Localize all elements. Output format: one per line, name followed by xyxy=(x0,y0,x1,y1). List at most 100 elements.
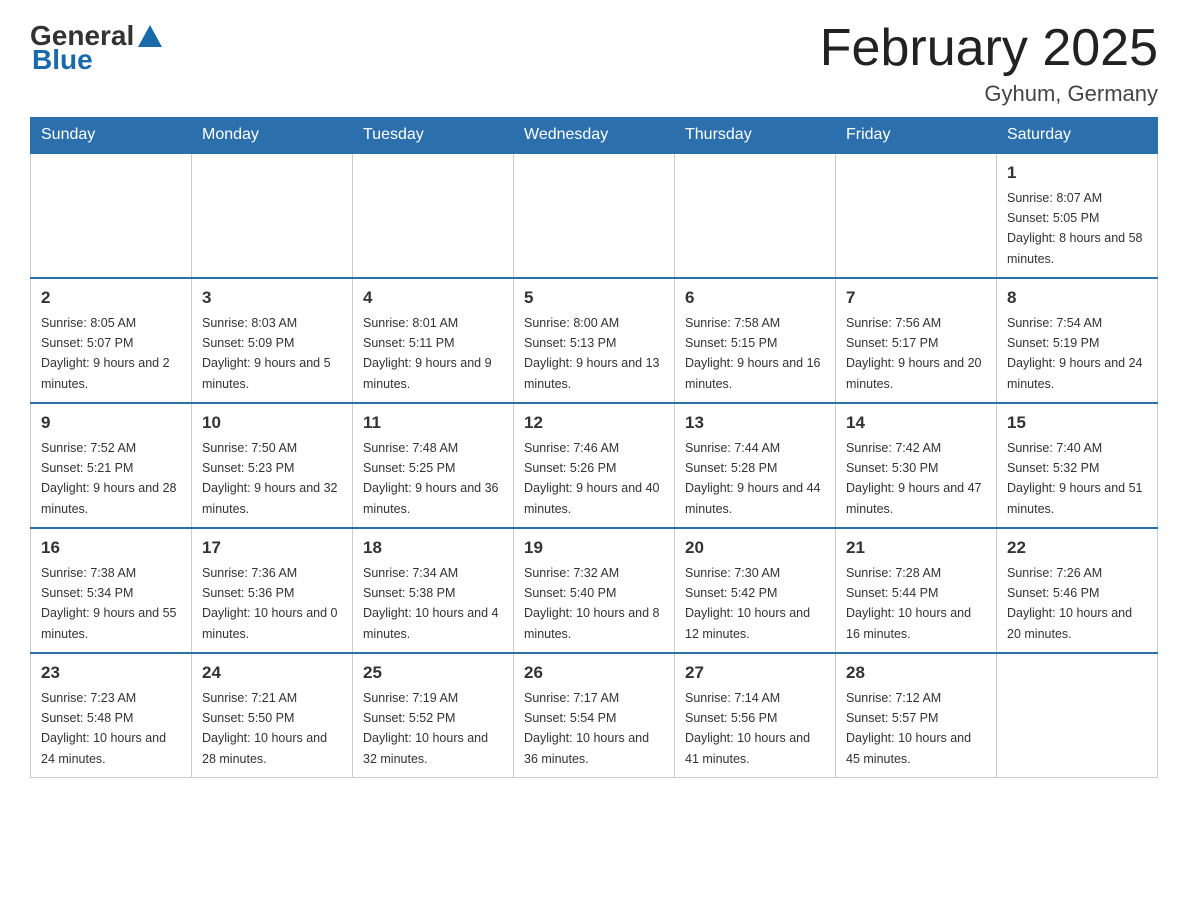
week-row-4: 16 Sunrise: 7:38 AMSunset: 5:34 PMDayligh… xyxy=(31,528,1158,653)
day-number: 2 xyxy=(41,285,181,311)
weekday-header-saturday: Saturday xyxy=(997,118,1158,154)
week-row-3: 9 Sunrise: 7:52 AMSunset: 5:21 PMDaylight… xyxy=(31,403,1158,528)
day-info: Sunrise: 7:46 AMSunset: 5:26 PMDaylight:… xyxy=(524,441,660,516)
calendar-cell xyxy=(675,153,836,278)
calendar-cell: 14 Sunrise: 7:42 AMSunset: 5:30 PMDayligh… xyxy=(836,403,997,528)
page-header: General Blue February 2025 Gyhum, German… xyxy=(30,20,1158,107)
calendar-cell: 21Sunrise: 7:28 AMSunset: 5:44 PMDayligh… xyxy=(836,528,997,653)
day-number: 7 xyxy=(846,285,986,311)
weekday-header-friday: Friday xyxy=(836,118,997,154)
calendar-cell: 22 Sunrise: 7:26 AMSunset: 5:46 PMDayligh… xyxy=(997,528,1158,653)
day-number: 5 xyxy=(524,285,664,311)
day-number: 24 xyxy=(202,660,342,686)
day-number: 19 xyxy=(524,535,664,561)
day-info: Sunrise: 7:12 AMSunset: 5:57 PMDaylight:… xyxy=(846,691,971,766)
calendar-cell: 13Sunrise: 7:44 AMSunset: 5:28 PMDayligh… xyxy=(675,403,836,528)
logo: General Blue xyxy=(30,20,166,76)
day-info: Sunrise: 7:38 AMSunset: 5:34 PMDaylight:… xyxy=(41,566,177,641)
calendar-cell: 20 Sunrise: 7:30 AMSunset: 5:42 PMDayligh… xyxy=(675,528,836,653)
calendar-cell: 3 Sunrise: 8:03 AMSunset: 5:09 PMDaylight… xyxy=(192,278,353,403)
calendar-table: SundayMondayTuesdayWednesdayThursdayFrid… xyxy=(30,117,1158,778)
calendar-cell xyxy=(997,653,1158,778)
calendar-cell xyxy=(192,153,353,278)
week-row-1: 1 Sunrise: 8:07 AMSunset: 5:05 PMDaylight… xyxy=(31,153,1158,278)
calendar-cell: 7 Sunrise: 7:56 AMSunset: 5:17 PMDaylight… xyxy=(836,278,997,403)
day-info: Sunrise: 7:50 AMSunset: 5:23 PMDaylight:… xyxy=(202,441,338,516)
calendar-cell: 28Sunrise: 7:12 AMSunset: 5:57 PMDayligh… xyxy=(836,653,997,778)
weekday-header-row: SundayMondayTuesdayWednesdayThursdayFrid… xyxy=(31,118,1158,154)
day-info: Sunrise: 7:54 AMSunset: 5:19 PMDaylight:… xyxy=(1007,316,1143,391)
calendar-cell: 9 Sunrise: 7:52 AMSunset: 5:21 PMDaylight… xyxy=(31,403,192,528)
day-info: Sunrise: 7:19 AMSunset: 5:52 PMDaylight:… xyxy=(363,691,488,766)
day-info: Sunrise: 7:14 AMSunset: 5:56 PMDaylight:… xyxy=(685,691,810,766)
day-number: 11 xyxy=(363,410,503,436)
day-info: Sunrise: 8:01 AMSunset: 5:11 PMDaylight:… xyxy=(363,316,492,391)
calendar-title: February 2025 xyxy=(820,20,1158,77)
day-number: 20 xyxy=(685,535,825,561)
day-number: 23 xyxy=(41,660,181,686)
day-info: Sunrise: 7:56 AMSunset: 5:17 PMDaylight:… xyxy=(846,316,982,391)
day-number: 9 xyxy=(41,410,181,436)
day-info: Sunrise: 7:34 AMSunset: 5:38 PMDaylight:… xyxy=(363,566,499,641)
calendar-cell: 8Sunrise: 7:54 AMSunset: 5:19 PMDaylight… xyxy=(997,278,1158,403)
day-number: 15 xyxy=(1007,410,1147,436)
day-info: Sunrise: 7:30 AMSunset: 5:42 PMDaylight:… xyxy=(685,566,810,641)
calendar-cell xyxy=(31,153,192,278)
calendar-cell: 6 Sunrise: 7:58 AMSunset: 5:15 PMDaylight… xyxy=(675,278,836,403)
calendar-cell: 27 Sunrise: 7:14 AMSunset: 5:56 PMDayligh… xyxy=(675,653,836,778)
day-number: 17 xyxy=(202,535,342,561)
calendar-cell xyxy=(836,153,997,278)
day-info: Sunrise: 7:28 AMSunset: 5:44 PMDaylight:… xyxy=(846,566,971,641)
day-number: 22 xyxy=(1007,535,1147,561)
day-info: Sunrise: 7:21 AMSunset: 5:50 PMDaylight:… xyxy=(202,691,327,766)
day-number: 12 xyxy=(524,410,664,436)
day-info: Sunrise: 7:23 AMSunset: 5:48 PMDaylight:… xyxy=(41,691,166,766)
calendar-cell: 2Sunrise: 8:05 AMSunset: 5:07 PMDaylight… xyxy=(31,278,192,403)
day-number: 13 xyxy=(685,410,825,436)
day-number: 14 xyxy=(846,410,986,436)
day-number: 16 xyxy=(41,535,181,561)
calendar-cell: 15 Sunrise: 7:40 AMSunset: 5:32 PMDayligh… xyxy=(997,403,1158,528)
day-info: Sunrise: 8:00 AMSunset: 5:13 PMDaylight:… xyxy=(524,316,660,391)
day-info: Sunrise: 7:26 AMSunset: 5:46 PMDaylight:… xyxy=(1007,566,1132,641)
day-number: 1 xyxy=(1007,160,1147,186)
calendar-cell: 19Sunrise: 7:32 AMSunset: 5:40 PMDayligh… xyxy=(514,528,675,653)
day-info: Sunrise: 8:03 AMSunset: 5:09 PMDaylight:… xyxy=(202,316,331,391)
logo-text-blue: Blue xyxy=(32,44,166,76)
day-number: 4 xyxy=(363,285,503,311)
calendar-cell: 1 Sunrise: 8:07 AMSunset: 5:05 PMDaylight… xyxy=(997,153,1158,278)
day-info: Sunrise: 7:17 AMSunset: 5:54 PMDaylight:… xyxy=(524,691,649,766)
day-info: Sunrise: 7:40 AMSunset: 5:32 PMDaylight:… xyxy=(1007,441,1143,516)
calendar-cell: 25 Sunrise: 7:19 AMSunset: 5:52 PMDayligh… xyxy=(353,653,514,778)
weekday-header-wednesday: Wednesday xyxy=(514,118,675,154)
week-row-5: 23 Sunrise: 7:23 AMSunset: 5:48 PMDayligh… xyxy=(31,653,1158,778)
calendar-cell: 11 Sunrise: 7:48 AMSunset: 5:25 PMDayligh… xyxy=(353,403,514,528)
weekday-header-tuesday: Tuesday xyxy=(353,118,514,154)
day-number: 26 xyxy=(524,660,664,686)
day-number: 6 xyxy=(685,285,825,311)
day-number: 10 xyxy=(202,410,342,436)
day-info: Sunrise: 7:52 AMSunset: 5:21 PMDaylight:… xyxy=(41,441,177,516)
title-block: February 2025 Gyhum, Germany xyxy=(820,20,1158,107)
calendar-cell: 26 Sunrise: 7:17 AMSunset: 5:54 PMDayligh… xyxy=(514,653,675,778)
week-row-2: 2Sunrise: 8:05 AMSunset: 5:07 PMDaylight… xyxy=(31,278,1158,403)
day-info: Sunrise: 7:58 AMSunset: 5:15 PMDaylight:… xyxy=(685,316,821,391)
day-info: Sunrise: 8:07 AMSunset: 5:05 PMDaylight:… xyxy=(1007,191,1143,266)
day-number: 3 xyxy=(202,285,342,311)
day-info: Sunrise: 7:42 AMSunset: 5:30 PMDaylight:… xyxy=(846,441,982,516)
calendar-cell: 12 Sunrise: 7:46 AMSunset: 5:26 PMDayligh… xyxy=(514,403,675,528)
calendar-cell: 4 Sunrise: 8:01 AMSunset: 5:11 PMDaylight… xyxy=(353,278,514,403)
calendar-cell: 18Sunrise: 7:34 AMSunset: 5:38 PMDayligh… xyxy=(353,528,514,653)
day-number: 27 xyxy=(685,660,825,686)
day-info: Sunrise: 7:36 AMSunset: 5:36 PMDaylight:… xyxy=(202,566,338,641)
calendar-cell xyxy=(514,153,675,278)
weekday-header-monday: Monday xyxy=(192,118,353,154)
weekday-header-sunday: Sunday xyxy=(31,118,192,154)
calendar-cell: 5 Sunrise: 8:00 AMSunset: 5:13 PMDaylight… xyxy=(514,278,675,403)
calendar-cell xyxy=(353,153,514,278)
calendar-cell: 17 Sunrise: 7:36 AMSunset: 5:36 PMDayligh… xyxy=(192,528,353,653)
calendar-subtitle: Gyhum, Germany xyxy=(820,81,1158,107)
day-number: 25 xyxy=(363,660,503,686)
calendar-cell: 10 Sunrise: 7:50 AMSunset: 5:23 PMDayligh… xyxy=(192,403,353,528)
day-info: Sunrise: 7:48 AMSunset: 5:25 PMDaylight:… xyxy=(363,441,499,516)
